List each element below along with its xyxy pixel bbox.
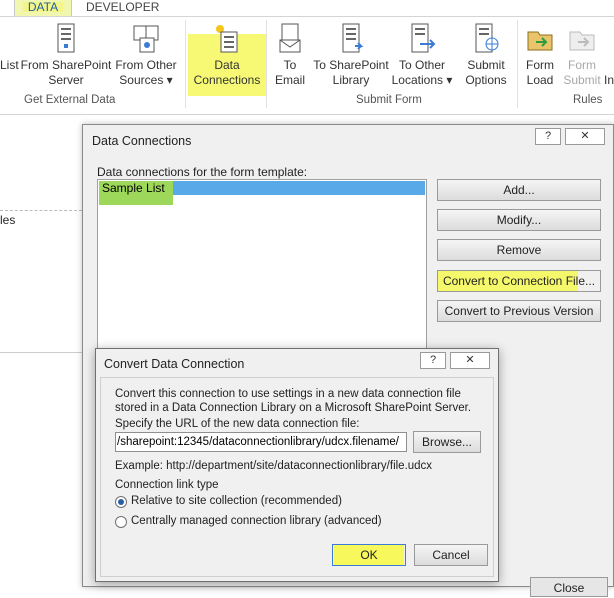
other-locations-icon bbox=[406, 22, 438, 56]
form-submit-line2: Submit bbox=[563, 73, 601, 87]
group-label-get-external-data: Get External Data bbox=[24, 94, 116, 106]
description-line-1: Convert this connection to use settings … bbox=[115, 388, 461, 400]
data-connections-line1: Data bbox=[214, 58, 240, 72]
sharepoint-library-icon bbox=[335, 22, 367, 56]
tab-data-label: DATA bbox=[27, 0, 59, 14]
tab-developer[interactable]: DEVELOPER bbox=[86, 0, 159, 16]
form-submit-line1: Form bbox=[568, 58, 596, 72]
link-type-label: Connection link type bbox=[115, 479, 219, 491]
from-sharepoint-line1: From SharePoint bbox=[20, 58, 112, 72]
convert-dialog-body: Convert this connection to use settings … bbox=[100, 377, 494, 577]
left-pane-text: les bbox=[0, 213, 16, 227]
modify-button[interactable]: Modify... bbox=[437, 209, 601, 231]
submit-options-icon bbox=[470, 22, 502, 56]
ribbon: DATA DEVELOPER List From SharePoint Serv… bbox=[0, 0, 614, 115]
close-icon: ✕ bbox=[580, 130, 590, 142]
list-button[interactable]: List bbox=[0, 58, 20, 73]
form-submit-button[interactable]: Form Submit bbox=[562, 22, 602, 88]
email-icon bbox=[274, 22, 306, 56]
remove-button[interactable]: Remove bbox=[437, 239, 601, 261]
from-sharepoint-line2: Server bbox=[48, 73, 84, 87]
dialog-title: Data Connections bbox=[92, 134, 192, 148]
convert-to-connection-file-button[interactable]: Convert to Connection File... bbox=[437, 270, 601, 292]
connections-list[interactable]: Sample List bbox=[97, 179, 427, 354]
list-label: List bbox=[0, 58, 19, 72]
data-connections-button[interactable]: Data Connections bbox=[188, 22, 266, 88]
in-button[interactable]: In bbox=[604, 73, 614, 88]
connections-list-label: Data connections for the form template: bbox=[97, 165, 308, 179]
close-button[interactable]: ✕ bbox=[565, 128, 605, 145]
left-divider bbox=[0, 352, 82, 353]
to-email-line1: To bbox=[283, 58, 297, 72]
help-button[interactable]: ? bbox=[535, 128, 561, 145]
from-sharepoint-server-button[interactable]: From SharePoint Server bbox=[20, 22, 112, 88]
form-load-line1: Form bbox=[526, 58, 554, 72]
submit-options-line2: Options bbox=[465, 73, 507, 87]
help-icon: ? bbox=[429, 354, 437, 366]
group-separator bbox=[185, 20, 186, 108]
group-label-submit-form: Submit Form bbox=[356, 94, 422, 106]
list-item[interactable]: Sample List bbox=[102, 181, 165, 195]
from-other-line2: Sources ▾ bbox=[119, 73, 173, 87]
tab-data[interactable]: DATA bbox=[14, 0, 72, 16]
to-other-locations-button[interactable]: To Other Locations ▾ bbox=[390, 22, 454, 88]
group-label-rules: Rules bbox=[573, 94, 603, 106]
close-dialog-button[interactable]: Close bbox=[530, 577, 608, 597]
cancel-button[interactable]: Cancel bbox=[414, 544, 488, 566]
help-icon: ? bbox=[544, 130, 552, 142]
data-connections-icon bbox=[211, 22, 243, 56]
data-connections-line2: Connections bbox=[193, 73, 261, 87]
from-other-sources-button[interactable]: From Other Sources ▾ bbox=[112, 22, 180, 88]
to-email-button[interactable]: To Email bbox=[268, 22, 312, 88]
convert-dialog-title: Convert Data Connection bbox=[104, 357, 245, 371]
url-label: Specify the URL of the new data connecti… bbox=[115, 418, 360, 430]
form-submit-icon bbox=[566, 22, 598, 56]
in-label: In bbox=[604, 73, 614, 87]
description-line-2: stored in a Data Connection Library on a… bbox=[115, 402, 472, 414]
group-separator bbox=[266, 20, 267, 108]
close-icon: ✕ bbox=[465, 354, 475, 366]
radio-relative-label[interactable]: Relative to site collection (recommended… bbox=[131, 495, 342, 507]
form-load-icon bbox=[524, 22, 556, 56]
ok-button[interactable]: OK bbox=[332, 544, 406, 566]
group-separator bbox=[517, 20, 518, 108]
tab-divider bbox=[0, 16, 614, 17]
other-sources-icon bbox=[130, 22, 162, 56]
convert-close-button[interactable]: ✕ bbox=[450, 352, 490, 369]
sharepoint-server-icon bbox=[50, 22, 82, 56]
submit-options-line1: Submit bbox=[467, 58, 505, 72]
dashed-divider bbox=[0, 210, 82, 211]
radio-central[interactable] bbox=[115, 516, 127, 528]
to-sharepoint-library-button[interactable]: To SharePoint Library bbox=[312, 22, 390, 88]
convert-to-previous-version-button[interactable]: Convert to Previous Version bbox=[437, 300, 601, 322]
to-other-line2: Locations ▾ bbox=[391, 73, 453, 87]
to-other-line1: To Other bbox=[398, 58, 446, 72]
url-input[interactable]: /sharepoint:12345/dataconnectionlibrary/… bbox=[115, 432, 407, 452]
example-text: Example: http://department/site/dataconn… bbox=[115, 460, 433, 472]
form-load-button[interactable]: Form Load bbox=[520, 22, 560, 88]
browse-button[interactable]: Browse... bbox=[413, 431, 481, 453]
to-email-line2: Email bbox=[274, 73, 305, 87]
left-pane: les bbox=[0, 116, 82, 587]
radio-central-label[interactable]: Centrally managed connection library (ad… bbox=[131, 515, 382, 527]
radio-relative[interactable] bbox=[115, 496, 127, 508]
to-sharepoint-line1: To SharePoint bbox=[313, 58, 389, 72]
to-sharepoint-line2: Library bbox=[332, 73, 370, 87]
from-other-line1: From Other bbox=[115, 58, 177, 72]
add-button[interactable]: Add... bbox=[437, 179, 601, 201]
form-load-line2: Load bbox=[526, 73, 554, 87]
convert-data-connection-dialog: Convert Data Connection ? ✕ Convert this… bbox=[95, 348, 499, 582]
convert-help-button[interactable]: ? bbox=[420, 352, 446, 369]
submit-options-button[interactable]: Submit Options bbox=[456, 22, 516, 88]
